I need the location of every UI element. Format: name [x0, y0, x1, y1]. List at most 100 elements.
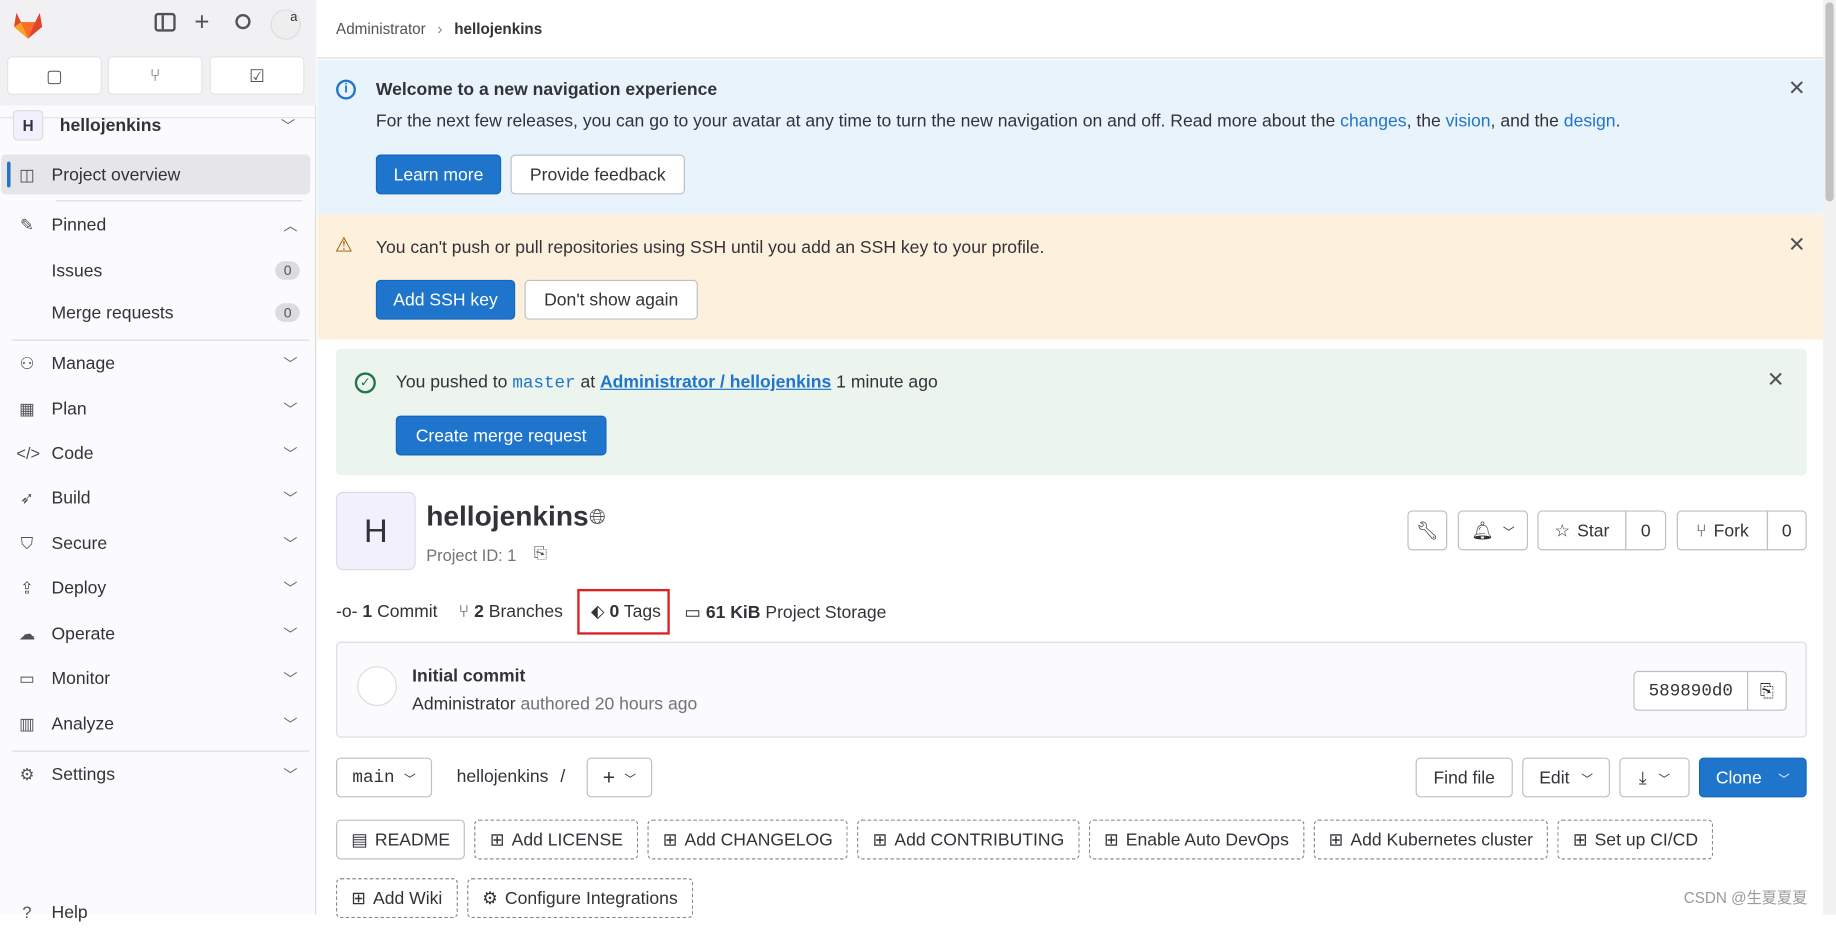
dont-show-again-button[interactable]: Don't show again: [524, 279, 698, 320]
repo-path[interactable]: hellojenkins: [457, 767, 549, 787]
plus-square-icon: ⊞: [489, 830, 505, 851]
chevron-down-icon: ﹀: [283, 535, 298, 553]
close-icon[interactable]: ✕: [1788, 233, 1806, 258]
chevron-down-icon: ﹀: [1581, 773, 1593, 787]
monitor-icon: ▭: [19, 667, 35, 687]
configure-integrations-button[interactable]: ⚙ Configure Integrations: [466, 878, 693, 918]
sidebar-item-merge-requests[interactable]: Merge requests 0: [0, 293, 316, 333]
chevron-up-icon: ︿: [283, 217, 298, 234]
add-kubernetes-cluster-button[interactable]: ⊞ Add Kubernetes cluster: [1313, 819, 1549, 860]
gitlab-logo-icon[interactable]: [12, 9, 45, 39]
help-icon: ?: [22, 902, 32, 922]
branches-link[interactable]: ⑂ 2 Branches: [459, 602, 563, 622]
sidebar-item-analyze[interactable]: ▥ Analyze ﹀: [0, 704, 316, 744]
scrollbar[interactable]: [1823, 0, 1836, 915]
setup-ci-cd-button[interactable]: ⊞ Set up CI/CD: [1557, 819, 1714, 860]
check-circle-icon: ✓: [354, 372, 376, 394]
sidebar-item-plan[interactable]: ▦ Plan ﹀: [0, 389, 316, 429]
sidebar-item-manage[interactable]: ⚇ Manage ﹀: [0, 343, 316, 383]
add-wiki-button[interactable]: ⊞ Add Wiki: [336, 878, 458, 918]
commit-sha[interactable]: 589890d0: [1633, 670, 1749, 711]
plus-square-icon: ⊞: [1328, 830, 1344, 851]
clone-dropdown[interactable]: Clone ﹀: [1698, 757, 1807, 798]
project-avatar-large: H: [336, 491, 416, 571]
star-count[interactable]: 0: [1625, 510, 1667, 551]
vision-link[interactable]: vision: [1446, 111, 1491, 131]
commits-link[interactable]: -o- 1 Commit: [336, 602, 438, 622]
fork-count[interactable]: 0: [1766, 510, 1807, 551]
plus-square-icon: ⊞: [1572, 830, 1588, 851]
settings-wrench-button[interactable]: 🔧︎: [1407, 510, 1448, 551]
branch-link[interactable]: master: [512, 374, 575, 394]
plus-icon[interactable]: +: [194, 7, 209, 37]
sidebar-section-pinned[interactable]: ✎ Pinned ︿: [0, 205, 316, 245]
sidebar-item-secure[interactable]: ⛉ Secure ﹀: [0, 523, 316, 563]
edit-dropdown[interactable]: Edit ﹀: [1522, 757, 1610, 798]
add-to-tree-button[interactable]: + ﹀: [586, 757, 653, 798]
storage-link[interactable]: ▭ 61 KiB Project Storage: [684, 601, 886, 622]
add-changelog-button[interactable]: ⊞ Add CHANGELOG: [647, 819, 849, 860]
sidebar-item-monitor[interactable]: ▭ Monitor ﹀: [0, 658, 316, 698]
breadcrumb-current[interactable]: hellojenkins: [454, 20, 542, 38]
copy-icon: ⎘: [1759, 680, 1774, 701]
tags-link[interactable]: ⬖ 0 Tags: [576, 588, 671, 635]
plus-square-icon: ⊞: [872, 830, 888, 851]
sidebar-item-deploy[interactable]: ⇪ Deploy ﹀: [0, 568, 316, 608]
sidebar-item-settings[interactable]: ⚙ Settings ﹀: [0, 754, 316, 794]
sidebar-item-project-overview[interactable]: ◫ Project overview: [0, 155, 316, 195]
navigation-banner: i Welcome to a new navigation experience…: [317, 59, 1824, 215]
chevron-down-icon: ﹀: [1778, 773, 1790, 787]
enable-auto-devops-button[interactable]: ⊞ Enable Auto DevOps: [1088, 819, 1305, 860]
cloud-gear-icon: ☁: [18, 623, 36, 643]
plus-square-icon: ⊞: [662, 830, 678, 851]
copy-icon[interactable]: ⎘: [534, 543, 547, 563]
todos-shortcut-button[interactable]: ☑: [209, 56, 305, 95]
sidebar-item-code[interactable]: </> Code ﹀: [0, 433, 316, 473]
project-stats: -o- 1 Commit ⑂ 2 Branches ⬖ 0 Tags ▭ 61 …: [336, 588, 886, 635]
last-commit: Initial commit Administrator authored 20…: [336, 641, 1807, 738]
add-contributing-button[interactable]: ⊞ Add CONTRIBUTING: [857, 819, 1080, 860]
notification-button[interactable]: 🔔︎ ﹀: [1457, 510, 1529, 551]
issues-shortcut-button[interactable]: ▢: [7, 56, 102, 95]
breadcrumb: Administrator › hellojenkins: [317, 0, 1824, 59]
branch-selector[interactable]: main ﹀: [336, 757, 433, 798]
add-ssh-key-button[interactable]: Add SSH key: [375, 279, 516, 320]
project-switcher[interactable]: H hellojenkins ﹀: [0, 105, 316, 145]
chevron-down-icon: ﹀: [1658, 773, 1671, 787]
design-link[interactable]: design: [1564, 111, 1616, 131]
download-icon: ⤓: [1638, 767, 1647, 788]
chevron-down-icon: ﹀: [283, 580, 298, 597]
changes-link[interactable]: changes: [1340, 111, 1406, 131]
sidebar-item-operate[interactable]: ☁ Operate ﹀: [0, 614, 316, 654]
find-file-button[interactable]: Find file: [1415, 757, 1513, 798]
create-merge-request-button[interactable]: Create merge request: [395, 415, 607, 456]
fork-icon: ⑂: [1696, 520, 1707, 541]
add-license-button[interactable]: ⊞ Add LICENSE: [474, 819, 639, 860]
readme-button[interactable]: ▤ README: [336, 819, 466, 860]
merge-requests-shortcut-button[interactable]: ⑂: [107, 56, 203, 95]
fork-button[interactable]: ⑂ Fork: [1676, 510, 1769, 551]
sidebar-item-issues[interactable]: Issues 0: [0, 251, 316, 291]
sidebar-item-build[interactable]: ➶ Build ﹀: [0, 478, 316, 518]
push-alert: ✓ You pushed to master at Administrator …: [336, 348, 1807, 476]
close-icon[interactable]: ✕: [1767, 368, 1785, 393]
todo-icon: ☑: [249, 66, 265, 87]
copy-sha-button[interactable]: ⎘: [1746, 670, 1787, 711]
help-button[interactable]: ? Help: [0, 892, 316, 932]
commit-title[interactable]: Initial commit: [412, 666, 525, 686]
commit-author[interactable]: Administrator: [412, 694, 515, 714]
search-icon[interactable]: [235, 14, 251, 30]
breadcrumb-parent[interactable]: Administrator: [336, 20, 426, 38]
download-dropdown[interactable]: ⤓ ﹀: [1619, 757, 1690, 798]
code-icon: </>: [16, 443, 41, 463]
close-icon[interactable]: ✕: [1788, 76, 1806, 101]
learn-more-button[interactable]: Learn more: [375, 154, 502, 195]
storage-icon: ▭: [684, 602, 701, 623]
sidebar-toggle-icon[interactable]: [154, 12, 176, 32]
author-avatar[interactable]: [357, 666, 397, 707]
project-link[interactable]: Administrator / hellojenkins: [600, 372, 831, 392]
avatar[interactable]: a: [270, 9, 301, 40]
star-button[interactable]: ☆ Star: [1537, 510, 1627, 551]
chevron-down-icon: ﹀: [624, 773, 637, 787]
provide-feedback-button[interactable]: Provide feedback: [510, 154, 685, 195]
